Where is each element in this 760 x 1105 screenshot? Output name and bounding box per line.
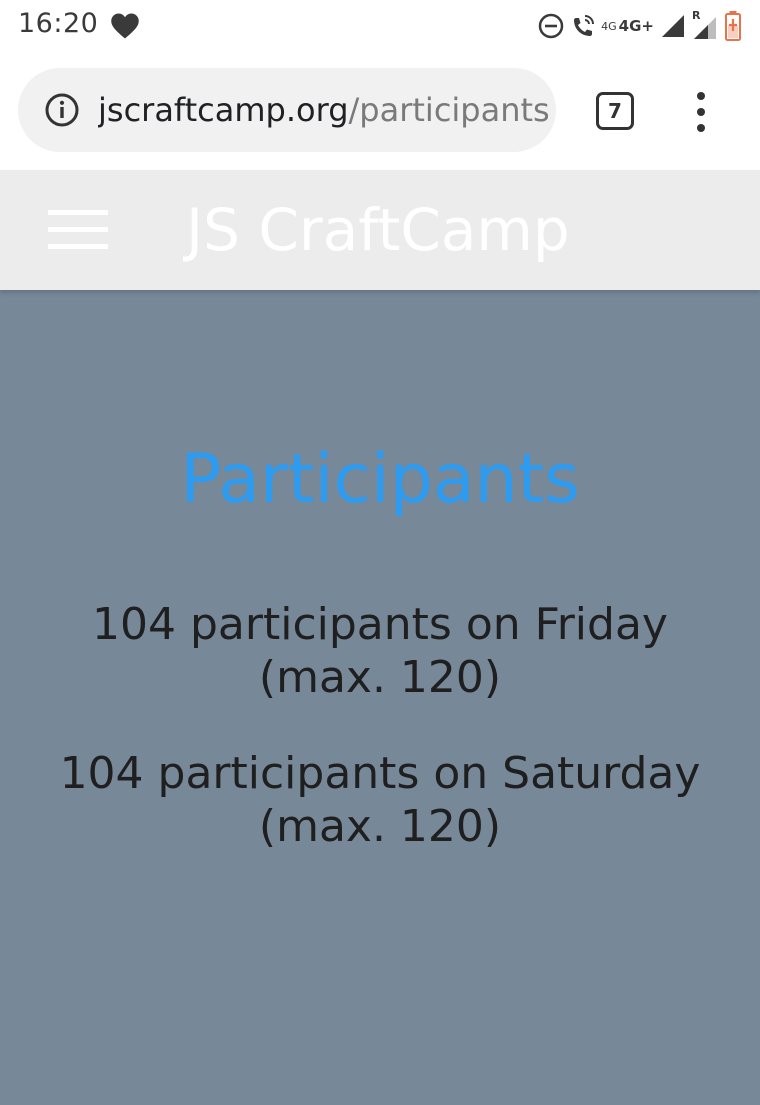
heart-icon [111, 13, 139, 39]
network-4g-label: 4G [601, 19, 617, 33]
wifi-call-icon [574, 15, 595, 36]
saturday-count-text: 104 participants on Saturday [59, 748, 701, 799]
url-domain: jscraftcamp.org [98, 91, 349, 129]
battery-charging-icon [725, 11, 741, 41]
url-text[interactable]: jscraftcamp.org/participants. [98, 90, 548, 130]
main-content: Participants 104 participants on Friday … [0, 290, 760, 1105]
network-4g-plus-label: 4G+ [618, 16, 654, 35]
page-title: Participants [180, 440, 580, 519]
info-icon[interactable] [44, 92, 80, 128]
signal-roaming: R [692, 9, 718, 41]
signal-icon [662, 15, 684, 37]
friday-max-text: (max. 120) [258, 652, 502, 703]
friday-count-text: 104 participants on Friday [92, 599, 668, 650]
tab-switcher-button[interactable]: 7 [596, 92, 634, 130]
friday-participants: 104 participants on Friday (max. 120) [0, 598, 760, 704]
browser-toolbar: jscraftcamp.org/participants. 7 [0, 52, 760, 170]
saturday-max-text: (max. 120) [258, 801, 502, 852]
address-bar[interactable]: jscraftcamp.org/participants. [18, 68, 556, 152]
site-title[interactable]: JS CraftCamp [186, 196, 570, 264]
overflow-menu-icon[interactable] [690, 90, 712, 134]
status-icons: 4G 4G+ R [537, 6, 742, 46]
signal-roaming-icon [694, 17, 716, 39]
saturday-participants: 104 participants on Saturday (max. 120) [0, 747, 760, 853]
status-bar: 16:20 4G 4G+ R [0, 0, 760, 52]
hamburger-menu-icon[interactable] [48, 210, 108, 250]
do-not-disturb-icon [538, 13, 564, 39]
site-header: JS CraftCamp [0, 170, 760, 290]
status-time: 16:20 [18, 8, 99, 39]
url-path: /participants. [348, 91, 548, 129]
